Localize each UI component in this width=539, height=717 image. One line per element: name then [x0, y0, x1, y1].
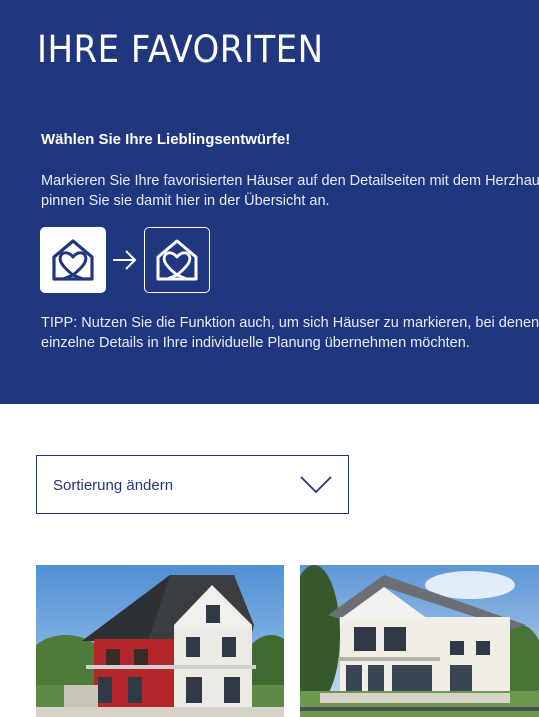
house-card-1[interactable]	[36, 565, 284, 717]
heart-house-outline-icon	[144, 227, 210, 293]
chevron-down-icon	[300, 476, 332, 494]
house-image-1	[36, 565, 284, 717]
house-card-2[interactable]	[300, 565, 539, 717]
favorites-hero: IHRE FAVORITEN Wählen Sie Ihre Lieblings…	[0, 0, 539, 404]
house-image-2	[300, 565, 539, 717]
sort-dropdown[interactable]: Sortierung ändern	[36, 455, 349, 514]
hero-tip: TIPP: Nutzen Sie die Funktion auch, um s…	[41, 313, 539, 353]
arrow-right-icon	[113, 250, 137, 270]
hero-tip-line-1: TIPP: Nutzen Sie die Funktion auch, um s…	[41, 315, 539, 331]
page-title: IHRE FAVORITEN	[37, 28, 324, 71]
hero-description: Markieren Sie Ihre favorisierten Häuser …	[41, 171, 539, 211]
hero-tip-line-2: einzelne Details in Ihre individuelle Pl…	[41, 335, 470, 351]
sort-dropdown-label: Sortierung ändern	[53, 477, 174, 494]
hero-description-line-2: pinnen Sie sie damit hier in der Übersic…	[41, 193, 330, 209]
hero-subtitle: Wählen Sie Ihre Lieblingsentwürfe!	[41, 131, 291, 148]
heart-house-filled-icon	[40, 227, 106, 293]
hero-description-line-1: Markieren Sie Ihre favorisierten Häuser …	[41, 173, 539, 189]
